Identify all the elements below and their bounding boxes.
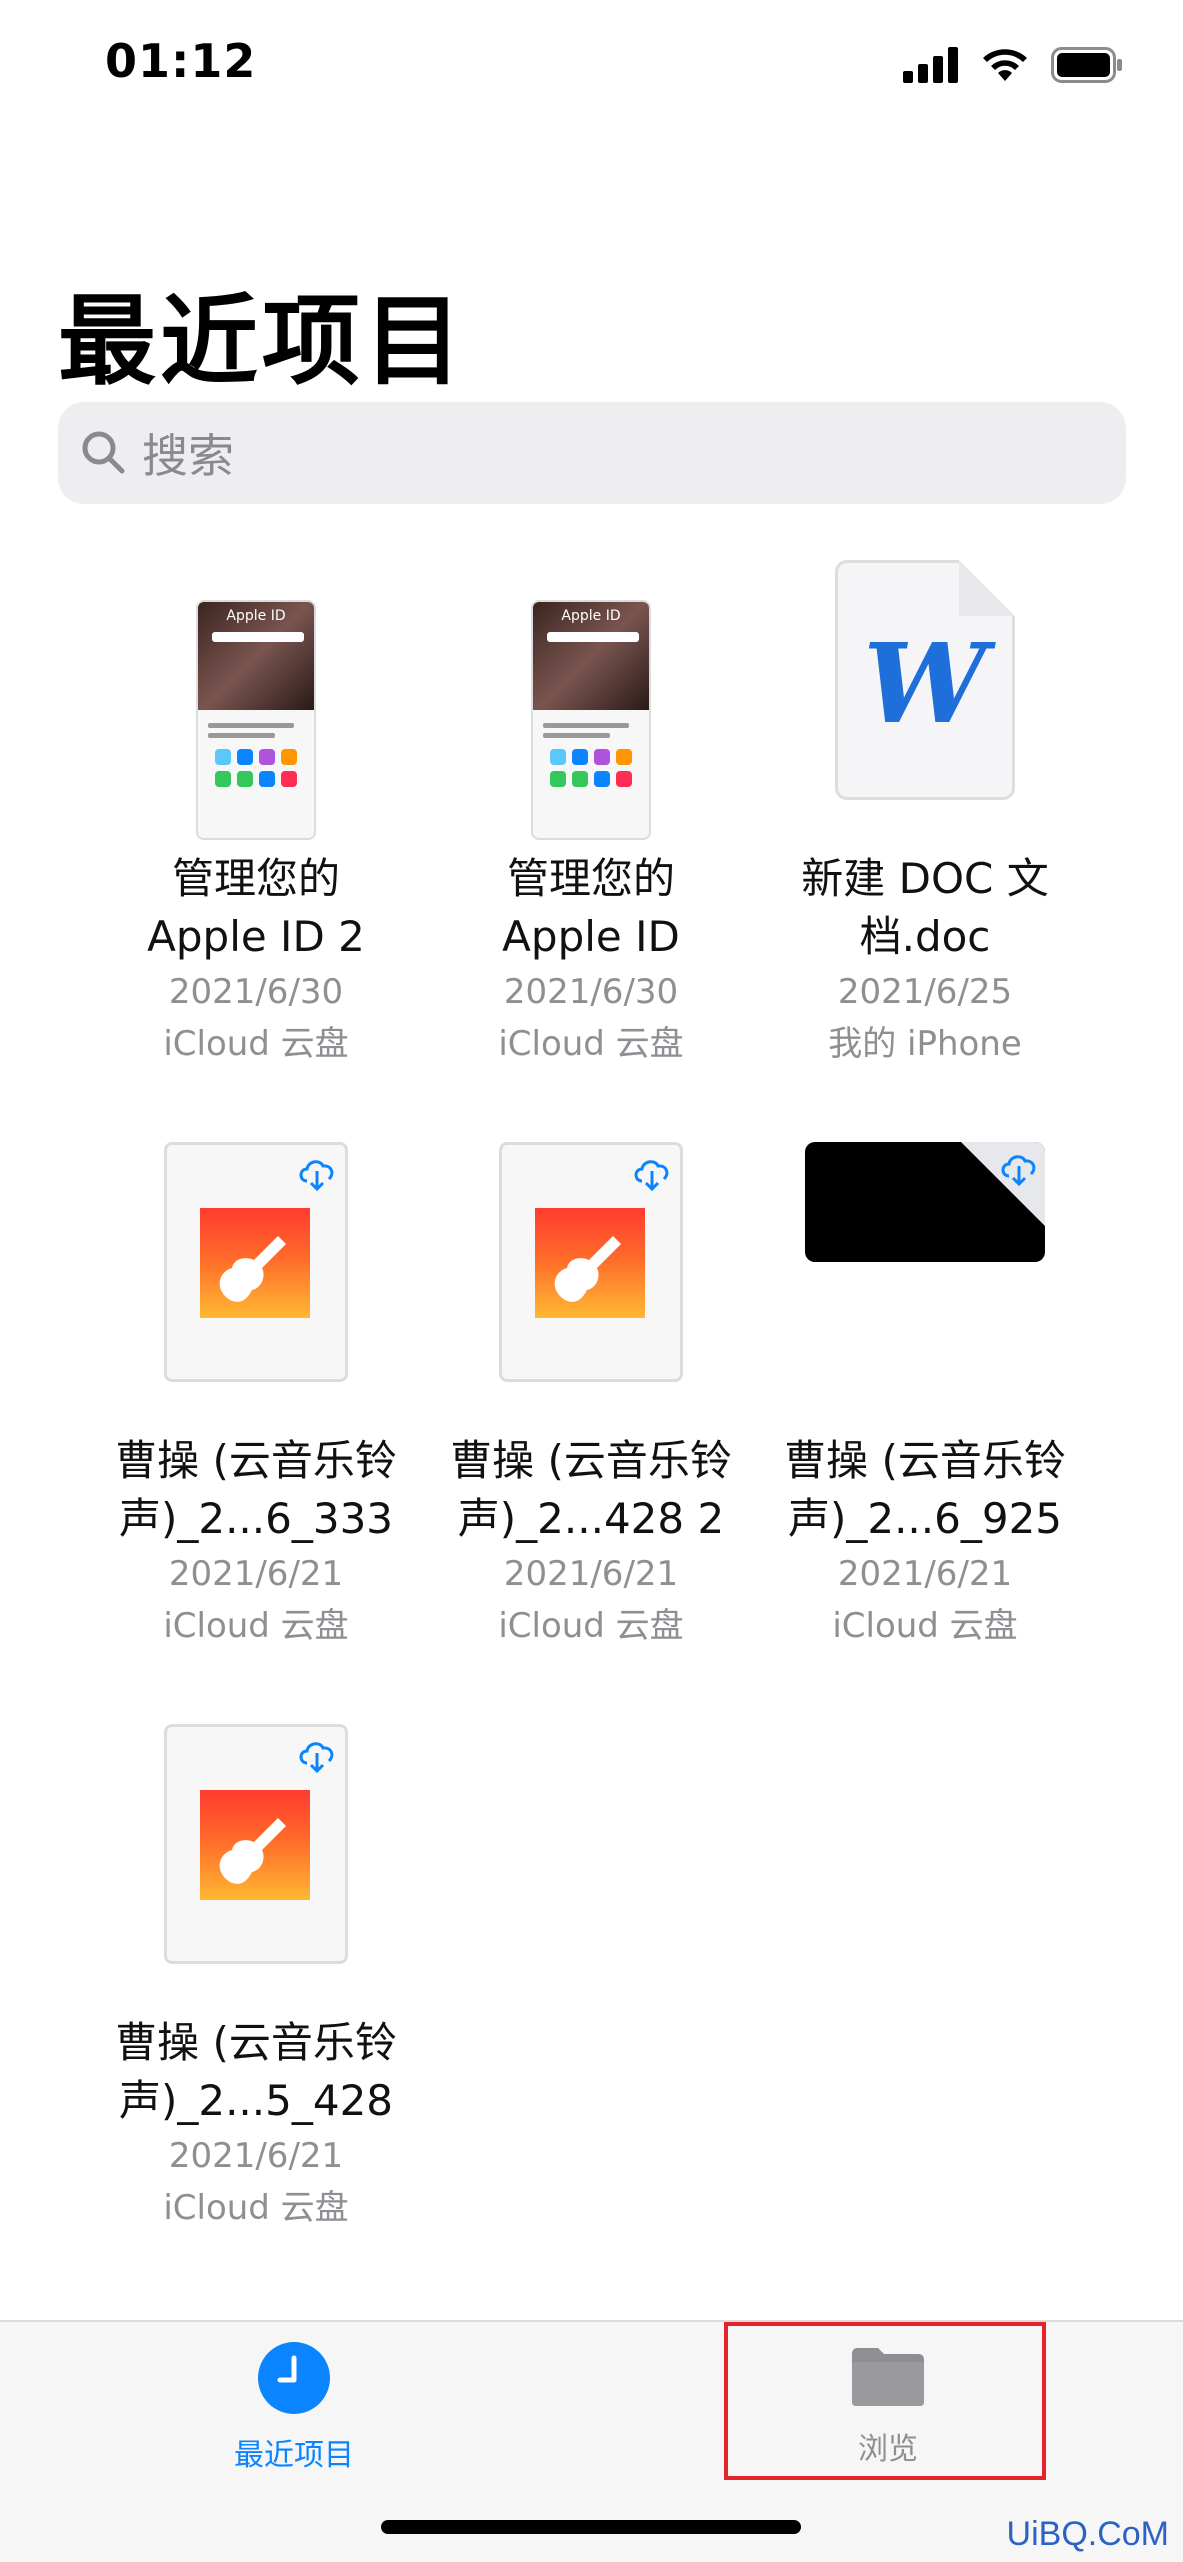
status-time: 01:12 xyxy=(105,34,257,88)
home-indicator[interactable] xyxy=(381,2520,801,2534)
search-placeholder: 搜索 xyxy=(142,429,234,483)
file-date: 2021/6/25 xyxy=(837,972,1013,1012)
doc-preview-header: Apple ID xyxy=(561,608,621,624)
status-icons xyxy=(903,40,1123,90)
battery-icon xyxy=(1051,47,1122,83)
file-date: 2021/6/30 xyxy=(168,972,344,1012)
file-location: iCloud 云盘 xyxy=(163,2188,349,2228)
doc-preview-header: Apple ID xyxy=(226,608,286,624)
file-item[interactable]: 曹操 (云音乐铃 声)_2...6_925 2021/6/21 iCloud 云… xyxy=(760,1142,1090,1652)
file-date: 2021/6/21 xyxy=(503,1554,679,1594)
file-location: iCloud 云盘 xyxy=(163,1024,349,1064)
document-thumbnail: Apple ID xyxy=(196,600,316,840)
search-input[interactable]: 搜索 xyxy=(58,402,1126,504)
file-item[interactable]: Apple ID 管理您的 Apple ID 2 2021/6/30 iClou… xyxy=(91,560,421,1070)
file-date: 2021/6/21 xyxy=(168,2136,344,2176)
wifi-icon xyxy=(983,49,1027,81)
file-date: 2021/6/21 xyxy=(837,1554,1013,1594)
page-title: 最近项目 xyxy=(58,285,467,399)
file-name: 管理您的 Apple ID 2 xyxy=(147,854,365,961)
cloud-download-icon[interactable] xyxy=(630,1151,674,1195)
cloud-download-icon[interactable] xyxy=(295,1733,339,1777)
cloud-download-icon[interactable] xyxy=(295,1151,339,1195)
file-location: iCloud 云盘 xyxy=(498,1606,684,1646)
file-item[interactable]: W 新建 DOC 文 档.doc 2021/6/25 我的 iPhone xyxy=(760,560,1090,1070)
file-name: 曹操 (云音乐铃 声)_2...428 2 xyxy=(450,1436,732,1543)
file-location: iCloud 云盘 xyxy=(832,1606,1018,1646)
signal-icon xyxy=(903,47,958,83)
file-location: iCloud 云盘 xyxy=(163,1606,349,1646)
file-name: 管理您的 Apple ID xyxy=(502,854,680,961)
word-document-icon: W xyxy=(835,560,1015,800)
status-bar: 01:12 xyxy=(0,0,1183,130)
audio-file-thumbnail xyxy=(499,1142,683,1382)
cloud-download-icon[interactable] xyxy=(997,1146,1041,1190)
file-location: 我的 iPhone xyxy=(828,1024,1022,1064)
highlight-annotation-box xyxy=(724,2322,1046,2480)
tab-recent-label: 最近项目 xyxy=(234,2438,354,2473)
audio-file-thumbnail xyxy=(164,1142,348,1382)
file-item[interactable]: 曹操 (云音乐铃 声)_2...428 2 2021/6/21 iCloud 云… xyxy=(426,1142,756,1652)
file-item[interactable]: 曹操 (云音乐铃 声)_2...6_333 2021/6/21 iCloud 云… xyxy=(91,1142,421,1652)
file-location: iCloud 云盘 xyxy=(498,1024,684,1064)
garageband-icon xyxy=(200,1790,310,1900)
garageband-icon xyxy=(535,1208,645,1318)
file-name: 新建 DOC 文 档.doc xyxy=(801,854,1049,961)
file-date: 2021/6/21 xyxy=(168,1554,344,1594)
watermark: UiBQ.CoM xyxy=(1006,2515,1169,2553)
file-name: 曹操 (云音乐铃 声)_2...6_925 xyxy=(784,1436,1066,1543)
file-item[interactable]: Apple ID 管理您的 Apple ID 2021/6/30 iCloud … xyxy=(426,560,756,1070)
tab-recent[interactable]: 最近项目 xyxy=(144,2340,444,2474)
document-thumbnail: Apple ID xyxy=(531,600,651,840)
search-icon xyxy=(82,431,125,474)
file-date: 2021/6/30 xyxy=(503,972,679,1012)
audio-file-thumbnail xyxy=(164,1724,348,1964)
file-name: 曹操 (云音乐铃 声)_2...6_333 xyxy=(115,1436,397,1543)
file-item[interactable]: 曹操 (云音乐铃 声)_2...5_428 2021/6/21 iCloud 云… xyxy=(91,1724,421,2234)
clock-icon xyxy=(258,2342,330,2414)
file-name: 曹操 (云音乐铃 声)_2...5_428 xyxy=(115,2018,397,2125)
garageband-icon xyxy=(200,1208,310,1318)
video-thumbnail xyxy=(805,1142,1045,1262)
